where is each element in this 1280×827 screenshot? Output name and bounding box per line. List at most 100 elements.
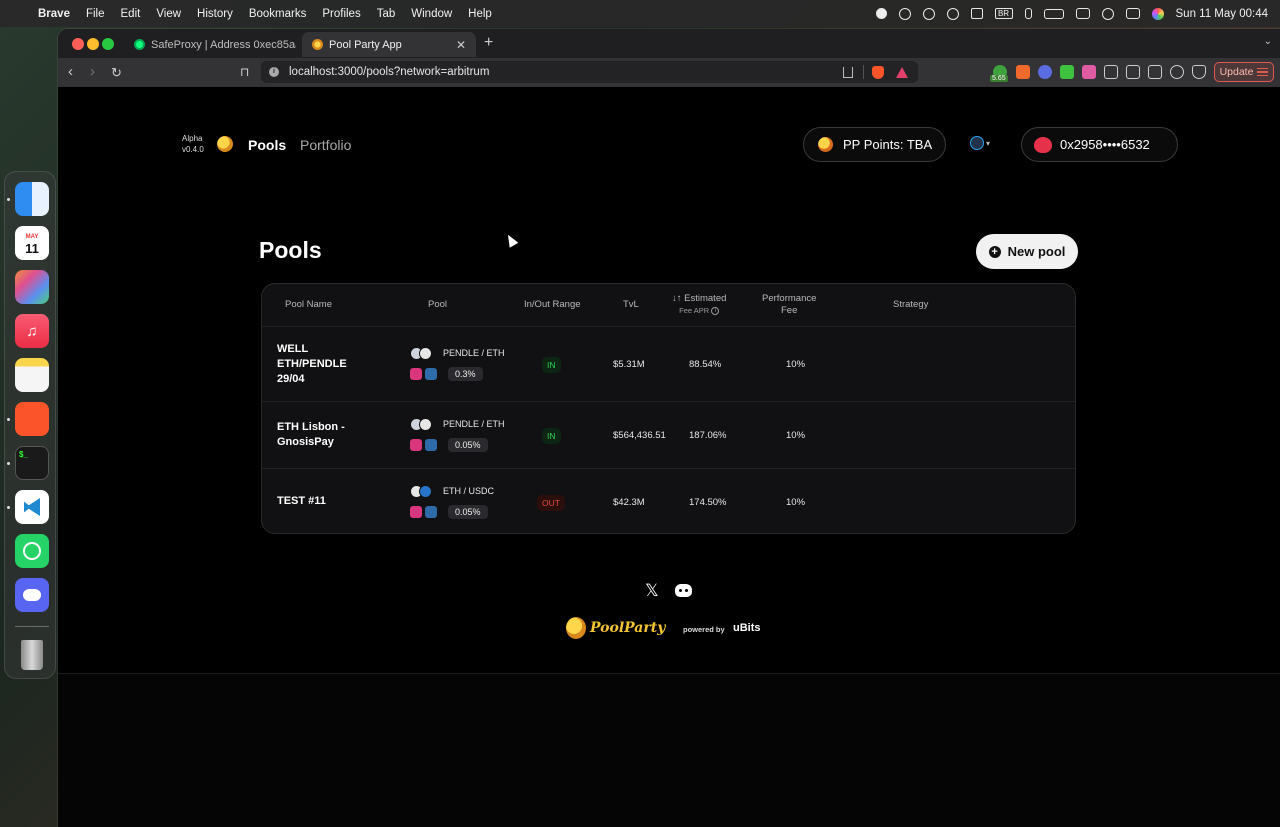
menu-tab[interactable]: Tab — [369, 8, 404, 20]
extension-fox-icon[interactable] — [1016, 65, 1030, 79]
menu-view[interactable]: View — [148, 8, 189, 20]
calendar-icon[interactable]: MAY 11 — [15, 226, 49, 260]
header-perf-fee[interactable]: Performance Fee — [762, 293, 816, 317]
arbitrum-chain-icon — [425, 439, 437, 451]
zoom-window-button[interactable] — [102, 38, 114, 50]
menu-app-name[interactable]: Brave — [38, 8, 78, 20]
extension-pink-icon[interactable] — [1082, 65, 1096, 79]
extensions-puzzle-icon[interactable] — [1104, 65, 1118, 79]
wallet-button[interactable]: 0x2958••••6532 — [1021, 127, 1178, 162]
pool-party-logo-icon[interactable] — [217, 136, 233, 152]
brave-shields-icon[interactable] — [872, 65, 884, 79]
cloud-status-icon[interactable] — [898, 7, 911, 20]
address-bar[interactable]: i localhost:3000/pools?network=arbitrum — [261, 61, 918, 83]
table-row[interactable]: ETH Lisbon - GnosisPay PENDLE / ETH 0.05… — [262, 401, 1075, 468]
spotlight-search-icon[interactable] — [1101, 7, 1114, 20]
discord-icon[interactable] — [675, 584, 692, 597]
table-row[interactable]: WELL ETH/PENDLE 29/04 PENDLE / ETH 0.3% … — [262, 326, 1075, 401]
nav-portfolio-link[interactable]: Portfolio — [300, 137, 351, 153]
network-selector[interactable]: ▾ — [970, 136, 990, 150]
whatsapp-icon[interactable] — [15, 534, 49, 568]
menu-bookmarks[interactable]: Bookmarks — [241, 8, 315, 20]
finder-icon[interactable] — [15, 182, 49, 216]
vscode-icon[interactable] — [15, 490, 49, 524]
header-pool[interactable]: Pool — [428, 299, 447, 311]
discord-app-icon[interactable] — [15, 578, 49, 612]
menu-edit[interactable]: Edit — [113, 8, 149, 20]
bookmark-icon[interactable]: ⊓ — [240, 65, 249, 79]
header-tvl[interactable]: TvL — [623, 299, 639, 311]
menu-history[interactable]: History — [189, 8, 241, 20]
record-icon[interactable] — [875, 8, 887, 19]
macos-menubar: Brave File Edit View History Bookmarks P… — [0, 0, 1280, 27]
nav-pools-link[interactable]: Pools — [248, 137, 286, 153]
notes-icon[interactable] — [15, 358, 49, 392]
pool-name: WELL ETH/PENDLE 29/04 — [277, 342, 377, 387]
reload-button[interactable]: ↻ — [111, 65, 122, 81]
header-perf-sublabel: Fee — [781, 305, 798, 316]
forward-button[interactable]: › — [90, 63, 95, 80]
new-pool-button[interactable]: + New pool — [976, 234, 1078, 269]
brave-browser-icon[interactable] — [15, 402, 49, 436]
header-range[interactable]: In/Out Range — [524, 299, 581, 311]
menu-file[interactable]: File — [78, 8, 113, 20]
extension-green-icon[interactable] — [1060, 65, 1074, 79]
pool-name-line: TEST #11 — [277, 495, 326, 507]
brave-rewards-icon[interactable] — [896, 66, 908, 78]
music-icon[interactable]: ♫ — [15, 314, 49, 348]
pools-table: Pool Name Pool In/Out Range TvL ↓↑ Estim… — [261, 283, 1076, 534]
ubits-logo[interactable]: uBits — [733, 622, 761, 634]
pp-points-button[interactable]: PP Points: TBA — [803, 127, 946, 162]
siri-icon[interactable] — [1151, 7, 1164, 20]
update-button[interactable]: Update — [1214, 62, 1274, 82]
trash-icon[interactable] — [15, 638, 49, 672]
mouse-cursor-icon — [503, 232, 519, 248]
input-source-icon[interactable]: BR — [994, 8, 1013, 19]
menubar-clock[interactable]: Sun 11 May 00:44 — [1176, 8, 1269, 20]
pool-name: TEST #11 — [277, 494, 377, 509]
header-strategy[interactable]: Strategy — [893, 299, 928, 311]
sidebar-toggle-icon[interactable] — [1126, 65, 1140, 79]
close-tab-icon[interactable]: ✕ — [456, 38, 466, 52]
vpn-shield-icon[interactable] — [1192, 65, 1206, 79]
back-button[interactable]: ‹ — [68, 63, 73, 80]
table-row[interactable]: TEST #11 ETH / USDC 0.05% OUT $42.3M 174… — [262, 468, 1075, 534]
menu-window[interactable]: Window — [403, 8, 460, 20]
share-icon[interactable] — [843, 66, 853, 78]
volume-icon[interactable] — [970, 8, 983, 19]
protocol-icons — [410, 368, 437, 380]
new-tab-button[interactable]: + — [484, 34, 493, 52]
fee-tier-chip: 0.05% — [448, 505, 488, 519]
menu-profiles[interactable]: Profiles — [314, 8, 368, 20]
header-apr[interactable]: ↓↑ Estimated Fee APR i — [672, 293, 726, 317]
minimize-window-button[interactable] — [87, 38, 99, 50]
tab-safeproxy[interactable]: SafeProxy | Address 0xec85aa8b — [124, 32, 296, 57]
tab-list-chevron-icon[interactable]: ⌄ — [1264, 36, 1272, 47]
info-icon[interactable]: i — [711, 307, 720, 316]
sort-arrows-icon[interactable]: ↓↑ — [672, 293, 682, 304]
x-twitter-icon[interactable]: 𝕏 — [645, 581, 659, 601]
arbitrum-chain-icon — [425, 506, 437, 518]
screen-mirroring-icon[interactable] — [1075, 8, 1090, 19]
menu-help[interactable]: Help — [460, 8, 500, 20]
control-center-icon[interactable] — [1125, 8, 1140, 19]
site-info-icon[interactable]: i — [269, 67, 279, 77]
extension-wallet-icon[interactable] — [1038, 65, 1052, 79]
password-manager-icon[interactable] — [922, 7, 935, 20]
header-pool-name[interactable]: Pool Name — [285, 299, 332, 311]
bluetooth-icon[interactable] — [1024, 8, 1032, 19]
new-pool-label: New pool — [1007, 244, 1066, 259]
terminal-icon[interactable]: $_ — [15, 446, 49, 480]
leo-ai-icon[interactable] — [1170, 65, 1184, 79]
launchpad-icon[interactable] — [15, 270, 49, 304]
pool-party-duck-icon — [566, 617, 586, 639]
close-window-button[interactable] — [72, 38, 84, 50]
brave-wallet-icon[interactable] — [1148, 65, 1162, 79]
footer-brand-name: PoolParty — [590, 620, 666, 636]
tvl-value: $564,436.51 — [613, 430, 666, 441]
time-tracker-icon[interactable] — [946, 7, 959, 20]
perf-fee-value: 10% — [786, 359, 806, 370]
battery-icon[interactable] — [1043, 8, 1064, 19]
url-text: localhost:3000/pools?network=arbitrum — [289, 66, 490, 78]
tab-pool-party[interactable]: Pool Party App ✕ — [302, 32, 476, 57]
